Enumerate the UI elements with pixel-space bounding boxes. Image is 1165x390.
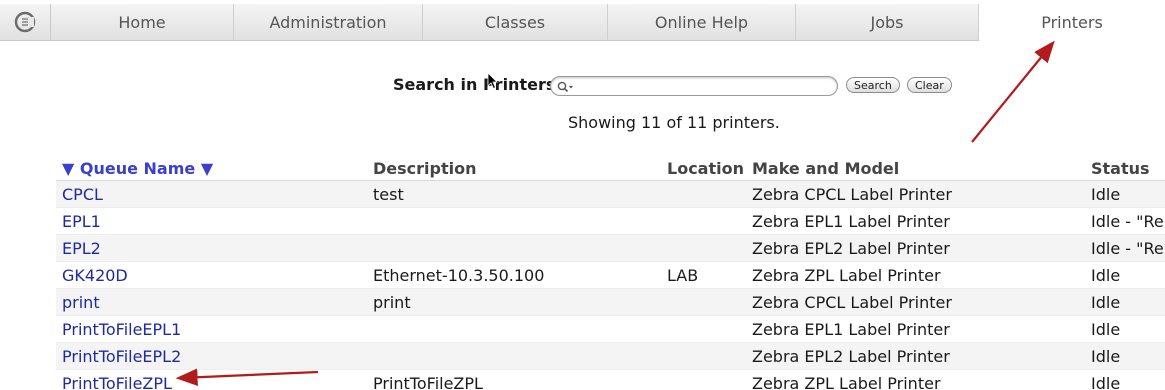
search-bar: Search in Printers: Search Clear [0, 74, 1165, 98]
table-header: ▼ Queue Name ▼ Description Location Make… [56, 158, 1165, 181]
printer-name-link[interactable]: print [62, 293, 100, 312]
printer-name-link[interactable]: PrintToFileEPL2 [62, 347, 181, 366]
cups-printers-page: Home Administration Classes Online Help … [0, 0, 1165, 390]
mouse-cursor-icon [487, 72, 498, 90]
search-icon [557, 79, 575, 98]
tab-classes[interactable]: Classes [423, 4, 608, 40]
printer-status: Idle [1091, 347, 1121, 366]
printer-make-model: Zebra CPCL Label Printer [752, 293, 952, 312]
printer-name-link[interactable]: EPL2 [62, 239, 101, 258]
printer-make-model: Zebra EPL2 Label Printer [752, 347, 950, 366]
results-count: Showing 11 of 11 printers. [568, 113, 780, 132]
printer-make-model: Zebra EPL2 Label Printer [752, 239, 950, 258]
printer-name-link[interactable]: PrintToFileEPL1 [62, 320, 181, 339]
search-input[interactable] [577, 78, 831, 95]
column-description: Description [373, 159, 477, 178]
printer-status: Idle - "Re [1091, 239, 1164, 258]
tab-home[interactable]: Home [51, 4, 234, 40]
printer-description: PrintToFileZPL [373, 374, 483, 390]
tab-printers[interactable]: Printers [979, 4, 1165, 41]
printer-description: Ethernet-10.3.50.100 [373, 266, 545, 285]
printer-status: Idle [1091, 374, 1121, 390]
printer-name-link[interactable]: EPL1 [62, 212, 101, 231]
column-location: Location [667, 159, 744, 178]
printer-make-model: Zebra CPCL Label Printer [752, 185, 952, 204]
search-field[interactable] [550, 76, 838, 96]
table-row: PrintToFileEPL1 Zebra EPL1 Label Printer… [56, 316, 1165, 343]
tab-jobs[interactable]: Jobs [796, 4, 979, 40]
printer-location: LAB [667, 266, 699, 285]
cups-logo-icon[interactable] [0, 4, 51, 40]
printer-status: Idle [1091, 293, 1121, 312]
printer-status: Idle [1091, 266, 1121, 285]
printer-make-model: Zebra EPL1 Label Printer [752, 320, 950, 339]
printer-make-model: Zebra ZPL Label Printer [752, 374, 941, 390]
printer-make-model: Zebra ZPL Label Printer [752, 266, 941, 285]
search-label: Search in Printers: [393, 75, 562, 94]
tab-online-help[interactable]: Online Help [608, 4, 796, 40]
printer-make-model: Zebra EPL1 Label Printer [752, 212, 950, 231]
printers-table: ▼ Queue Name ▼ Description Location Make… [56, 158, 1165, 390]
printer-name-link[interactable]: GK420D [62, 266, 128, 285]
table-row: GK420D Ethernet-10.3.50.100 LAB Zebra ZP… [56, 262, 1165, 289]
top-tab-bar: Home Administration Classes Online Help … [0, 4, 1165, 41]
table-row: CPCL test Zebra CPCL Label Printer Idle [56, 181, 1165, 208]
search-button[interactable]: Search [846, 77, 900, 93]
printer-description: print [373, 293, 411, 312]
column-status: Status [1091, 159, 1150, 178]
clear-button[interactable]: Clear [907, 77, 952, 93]
column-queue-name[interactable]: ▼ Queue Name ▼ [62, 159, 213, 178]
printer-status: Idle [1091, 320, 1121, 339]
table-row: PrintToFileZPL PrintToFileZPL Zebra ZPL … [56, 370, 1165, 390]
printer-name-link[interactable]: PrintToFileZPL [62, 374, 172, 390]
table-row: EPL1 Zebra EPL1 Label Printer Idle - "Re [56, 208, 1165, 235]
table-row: print print Zebra CPCL Label Printer Idl… [56, 289, 1165, 316]
column-make-model: Make and Model [752, 159, 900, 178]
printer-name-link[interactable]: CPCL [62, 185, 103, 204]
printer-status: Idle [1091, 185, 1121, 204]
table-row: EPL2 Zebra EPL2 Label Printer Idle - "Re [56, 235, 1165, 262]
printer-description: test [373, 185, 404, 204]
printer-status: Idle - "Re [1091, 212, 1164, 231]
tab-administration[interactable]: Administration [234, 4, 423, 40]
table-row: PrintToFileEPL2 Zebra EPL2 Label Printer… [56, 343, 1165, 370]
